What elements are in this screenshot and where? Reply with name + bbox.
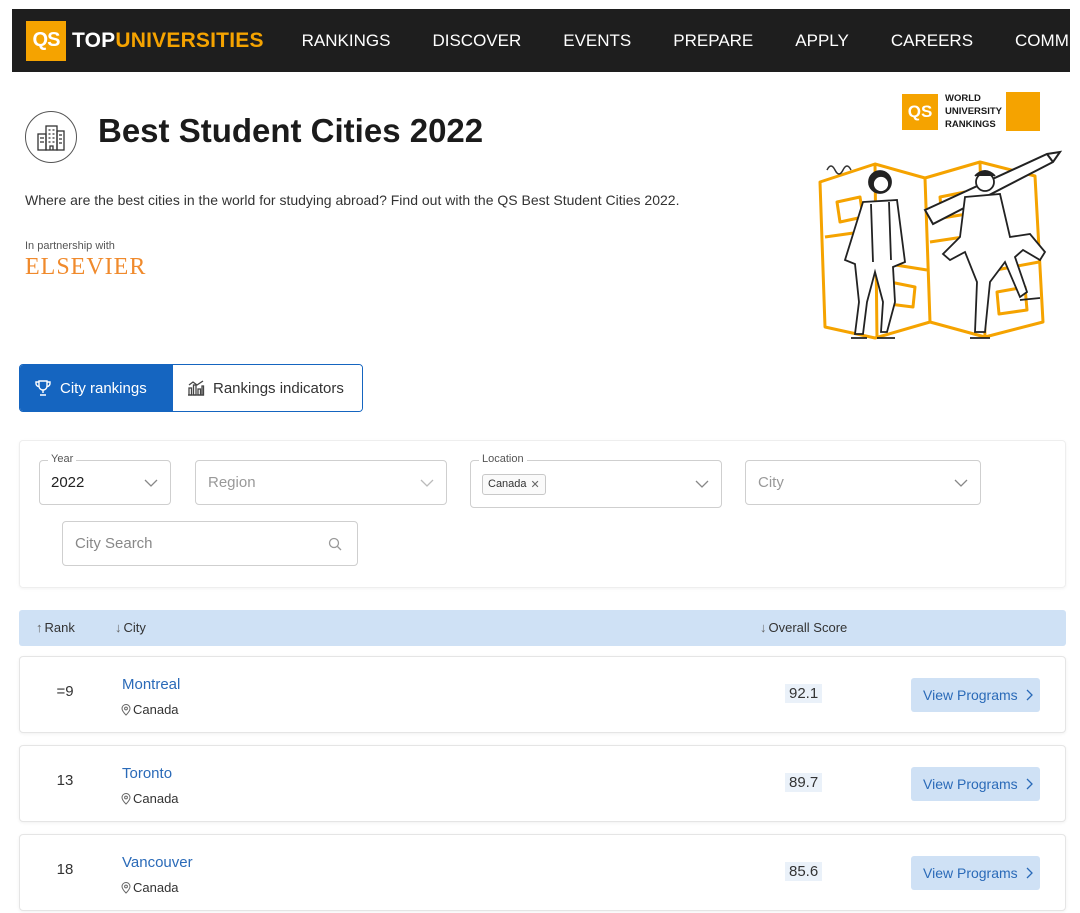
view-programs-button[interactable]: View Programs	[911, 767, 1040, 801]
table-row: 13 Toronto Canada 89.7 View Programs	[19, 745, 1066, 822]
bar-chart-icon	[187, 380, 205, 396]
row-rank: =9	[56, 683, 74, 700]
region-select-placeholder: Region	[208, 474, 256, 491]
chevron-down-icon	[695, 480, 709, 488]
row-city-link[interactable]: Montreal	[122, 676, 180, 693]
wur-line-world: WORLD	[942, 92, 1040, 105]
row-location: Canada	[121, 791, 179, 806]
row-location: Canada	[121, 880, 179, 895]
column-header-rank[interactable]: ↑ Rank	[36, 620, 75, 635]
column-header-city[interactable]: ↓ City	[115, 620, 146, 635]
trophy-icon	[34, 380, 52, 396]
city-buildings-icon	[25, 111, 77, 163]
row-city-link[interactable]: Toronto	[122, 765, 172, 782]
location-chip[interactable]: Canada ✕	[482, 473, 546, 495]
view-programs-label: View Programs	[923, 865, 1018, 881]
city-search-input[interactable]	[62, 521, 358, 566]
nav-item-careers[interactable]: CAREERS	[891, 31, 973, 51]
row-rank: 13	[56, 772, 74, 789]
column-header-overall-score-label: Overall Score	[768, 620, 848, 635]
wur-line-rankings: RANKINGS	[942, 118, 1040, 131]
view-programs-button[interactable]: View Programs	[911, 856, 1040, 890]
row-city-link[interactable]: Vancouver	[122, 854, 193, 871]
location-pin-icon	[121, 792, 131, 805]
table-row: =9 Montreal Canada 92.1 View Programs	[19, 656, 1066, 733]
logo-universities-text: UNIVERSITIES	[115, 28, 264, 52]
logo-top-text: TOP	[72, 28, 116, 52]
world-university-rankings-badge: QS WORLD UNIVERSITY RANKINGS	[902, 92, 1040, 131]
search-icon[interactable]	[328, 537, 342, 551]
chip-remove-icon[interactable]: ✕	[531, 478, 540, 491]
tab-city-rankings-label: City rankings	[60, 379, 147, 397]
nav-item-events[interactable]: EVENTS	[563, 31, 631, 51]
tab-city-rankings[interactable]: City rankings	[20, 365, 173, 411]
year-select[interactable]: Year 2022	[39, 453, 171, 505]
location-pin-icon	[121, 881, 131, 894]
logo-wordmark: TOPUNIVERSITIES	[72, 29, 264, 53]
nav-item-apply[interactable]: APPLY	[795, 31, 849, 51]
chevron-right-icon	[1026, 867, 1033, 879]
nav-menu: RANKINGS DISCOVER EVENTS PREPARE APPLY C…	[302, 31, 1080, 51]
students-map-illustration	[818, 150, 1063, 340]
partnership-label: In partnership with	[25, 240, 115, 252]
row-country: Canada	[133, 880, 179, 895]
chevron-right-icon	[1026, 778, 1033, 790]
tab-rankings-indicators-label: Rankings indicators	[213, 379, 344, 397]
column-header-overall-score[interactable]: ↓ Overall Score	[760, 620, 847, 635]
wur-line-university: UNIVERSITY	[942, 105, 1040, 118]
chevron-down-icon	[954, 479, 968, 487]
nav-item-community[interactable]: COMMUNITY	[1015, 31, 1080, 51]
page-subtitle: Where are the best cities in the world f…	[25, 192, 680, 208]
chevron-down-icon	[420, 479, 434, 487]
nav-item-prepare[interactable]: PREPARE	[673, 31, 753, 51]
sort-descending-icon: ↓	[115, 620, 122, 635]
region-select[interactable]: Region	[195, 460, 447, 505]
view-programs-label: View Programs	[923, 687, 1018, 703]
nav-item-rankings[interactable]: RANKINGS	[302, 31, 391, 51]
row-location: Canada	[121, 702, 179, 717]
sort-ascending-icon: ↑	[36, 620, 43, 635]
city-select[interactable]: City	[745, 460, 981, 505]
city-select-placeholder: City	[758, 474, 784, 491]
rankings-table-header: ↑ Rank ↓ City ↓ Overall Score	[19, 610, 1066, 646]
column-header-rank-label: Rank	[44, 620, 75, 635]
row-rank: 18	[56, 861, 74, 878]
row-country: Canada	[133, 791, 179, 806]
row-overall-score: 89.7	[785, 773, 823, 792]
row-overall-score: 85.6	[785, 862, 823, 881]
year-select-legend: Year	[48, 453, 77, 465]
column-header-city-label: City	[123, 620, 146, 635]
tab-rankings-indicators[interactable]: Rankings indicators	[173, 365, 362, 411]
wur-qs-badge: QS	[902, 94, 938, 130]
rankings-tabs: City rankings Rankings indicators	[19, 364, 363, 412]
elsevier-logo[interactable]: ELSEVIER	[25, 254, 146, 281]
year-select-value: 2022	[51, 474, 85, 491]
location-select[interactable]: Location Canada ✕	[470, 453, 722, 508]
page-title: Best Student Cities 2022	[98, 112, 484, 149]
view-programs-label: View Programs	[923, 776, 1018, 792]
nav-item-discover[interactable]: DISCOVER	[432, 31, 521, 51]
top-navigation-bar: QS TOPUNIVERSITIES RANKINGS DISCOVER EVE…	[12, 9, 1080, 72]
row-overall-score: 92.1	[785, 684, 823, 703]
qs-logo-badge: QS	[26, 20, 66, 61]
table-row: 18 Vancouver Canada 85.6 View Programs	[19, 834, 1066, 911]
filter-panel: Year 2022 Region Location Canada ✕ City	[19, 440, 1066, 588]
location-pin-icon	[121, 703, 131, 716]
chevron-right-icon	[1026, 689, 1033, 701]
row-country: Canada	[133, 702, 179, 717]
chevron-down-icon	[144, 479, 158, 487]
sort-descending-icon: ↓	[760, 620, 767, 635]
wur-text: WORLD UNIVERSITY RANKINGS	[942, 92, 1040, 131]
topuniversities-logo[interactable]: QS TOPUNIVERSITIES	[26, 20, 264, 61]
location-select-legend: Location	[479, 453, 527, 465]
location-chip-label: Canada	[488, 478, 527, 490]
view-programs-button[interactable]: View Programs	[911, 678, 1040, 712]
